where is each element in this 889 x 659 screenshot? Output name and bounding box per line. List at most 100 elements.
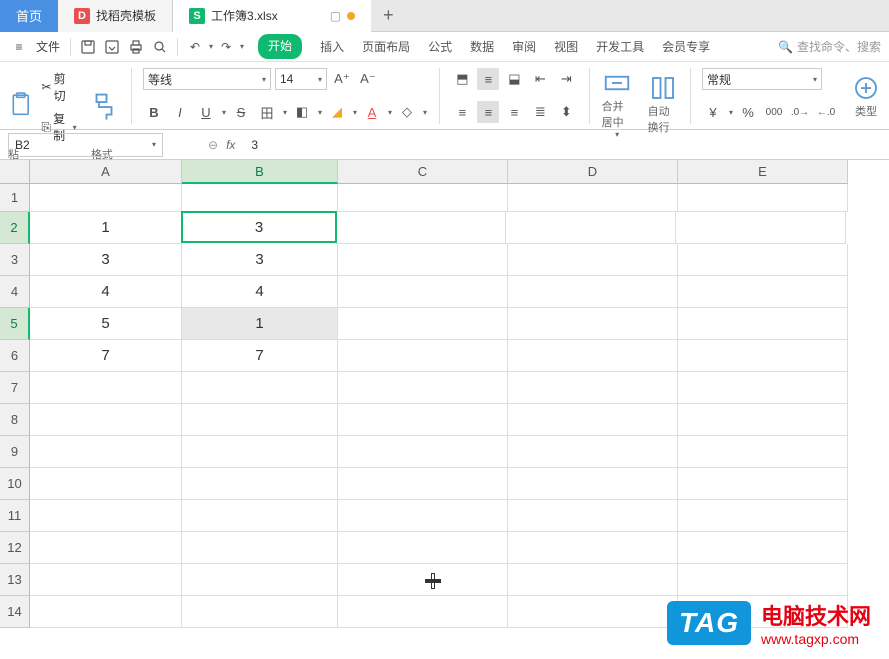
cell-D2[interactable] [506,212,676,244]
cell-D3[interactable] [508,244,678,276]
cell-A3[interactable]: 3 [30,244,182,276]
cell-D11[interactable] [508,500,678,532]
ribbon-tab-member[interactable]: 会员专享 [662,34,710,59]
align-justify-button[interactable]: ≣ [529,101,551,123]
ribbon-tab-data[interactable]: 数据 [470,34,494,59]
decrease-font-button[interactable]: A⁻ [357,68,379,90]
row-header-5[interactable]: 5 [0,308,30,340]
cell-C5[interactable] [338,308,508,340]
cell-C4[interactable] [338,276,508,308]
align-right-button[interactable]: ≡ [503,101,525,123]
row-header-1[interactable]: 1 [0,184,30,212]
cell-B14[interactable] [182,596,338,628]
row-header-4[interactable]: 4 [0,276,30,308]
cell-B1[interactable] [182,184,338,212]
cell-E5[interactable] [678,308,848,340]
row-header-13[interactable]: 13 [0,564,30,596]
paste-icon[interactable] [8,92,34,122]
indent-increase-button[interactable]: ⇥ [555,68,577,90]
row-header-10[interactable]: 10 [0,468,30,500]
align-top-button[interactable]: ⬒ [451,68,473,90]
cell-C11[interactable] [338,500,508,532]
fx-icon[interactable]: fx [226,138,235,152]
cell-A6[interactable]: 7 [30,340,182,372]
cell-D10[interactable] [508,468,678,500]
cell-B10[interactable] [182,468,338,500]
ribbon-tab-review[interactable]: 审阅 [512,34,536,59]
cell-D4[interactable] [508,276,678,308]
cell-B8[interactable] [182,404,338,436]
cell-E4[interactable] [678,276,848,308]
cell-C12[interactable] [338,532,508,564]
tab-home[interactable]: 首页 [0,0,58,32]
cell-B3[interactable]: 3 [182,244,338,276]
cell-B13[interactable] [182,564,338,596]
col-header-D[interactable]: D [508,160,678,184]
file-menu[interactable]: 文件 [32,38,64,55]
cell-E1[interactable] [678,184,848,212]
cell-C8[interactable] [338,404,508,436]
tab-template[interactable]: D 找稻壳模板 [58,0,173,32]
cells-area[interactable]: 1333445177 [30,184,848,628]
align-center-button[interactable]: ≡ [477,101,499,123]
cell-C9[interactable] [338,436,508,468]
cell-B6[interactable]: 7 [182,340,338,372]
cell-A12[interactable] [30,532,182,564]
merge-icon[interactable] [602,68,632,98]
cell-A14[interactable] [30,596,182,628]
cell-A11[interactable] [30,500,182,532]
cell-E11[interactable] [678,500,848,532]
cell-A13[interactable] [30,564,182,596]
align-middle-button[interactable]: ≡ [477,68,499,90]
cell-style-button[interactable]: ◧ [291,101,313,123]
cell-C3[interactable] [338,244,508,276]
col-header-A[interactable]: A [30,160,182,184]
orientation-button[interactable]: ⬍ [555,101,577,123]
select-all-corner[interactable] [0,160,30,184]
font-size-select[interactable]: 14▾ [275,68,327,90]
font-color-button[interactable]: A [361,101,383,123]
cell-A5[interactable]: 5 [30,308,182,340]
cell-D13[interactable] [508,564,678,596]
undo-icon[interactable]: ↶ [184,36,206,58]
row-header-12[interactable]: 12 [0,532,30,564]
border-button[interactable]: 田 [256,101,278,123]
redo-dropdown[interactable]: ▾ [240,42,244,51]
percent-button[interactable]: % [737,101,759,123]
row-header-2[interactable]: 2 [0,212,30,244]
cell-E8[interactable] [678,404,848,436]
cell-C14[interactable] [338,596,508,628]
cell-C7[interactable] [338,372,508,404]
cell-C2[interactable] [336,212,506,244]
row-header-6[interactable]: 6 [0,340,30,372]
save-as-icon[interactable] [101,36,123,58]
row-header-3[interactable]: 3 [0,244,30,276]
command-search[interactable]: 🔍 查找命令、搜索 [778,38,881,55]
print-icon[interactable] [125,36,147,58]
row-header-11[interactable]: 11 [0,500,30,532]
cell-A9[interactable] [30,436,182,468]
bold-button[interactable]: B [143,101,165,123]
cell-A8[interactable] [30,404,182,436]
ribbon-tab-dev[interactable]: 开发工具 [596,34,644,59]
ribbon-tab-insert[interactable]: 插入 [320,34,344,59]
present-icon[interactable]: ▢ [330,9,341,23]
name-box[interactable]: B2 ▾ [8,133,163,157]
clear-format-button[interactable]: ◇ [396,101,418,123]
ribbon-tab-start[interactable]: 开始 [258,34,302,59]
cell-D9[interactable] [508,436,678,468]
cell-C13[interactable] [338,564,508,596]
tab-add-button[interactable]: + [371,5,406,26]
increase-decimal-button[interactable]: .0→ [789,101,811,123]
cell-D8[interactable] [508,404,678,436]
cell-A4[interactable]: 4 [30,276,182,308]
cell-D6[interactable] [508,340,678,372]
cell-D5[interactable] [508,308,678,340]
fill-color-button[interactable]: ◢ [326,101,348,123]
format-painter-icon[interactable] [89,92,119,122]
tab-workbook[interactable]: S 工作簿3.xlsx ▢ [173,0,371,32]
cell-C1[interactable] [338,184,508,212]
cell-D12[interactable] [508,532,678,564]
name-box-dropdown[interactable]: ▾ [152,140,156,149]
cell-B4[interactable]: 4 [182,276,338,308]
